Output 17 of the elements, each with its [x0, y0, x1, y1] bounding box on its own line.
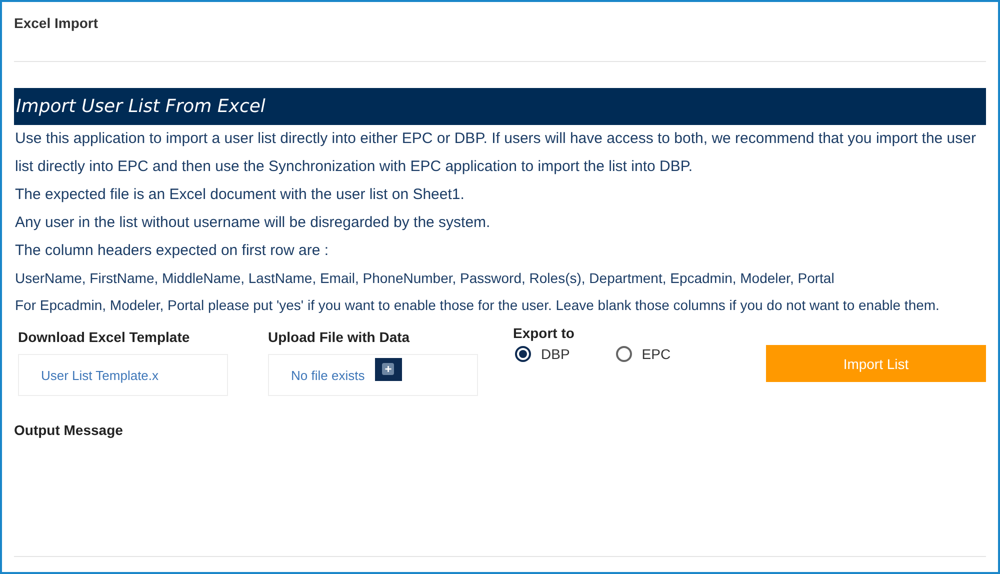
radio-option[interactable]: DBP — [515, 346, 570, 362]
radio-option[interactable]: EPC — [616, 346, 671, 362]
instruction-text: The expected file is an Excel document with the user list on Sheet1. — [15, 185, 466, 205]
instruction-text: The column headers expected on first row are : — [15, 241, 330, 261]
instruction-text: UserName, FirstName, MiddleName, LastName, Email, PhoneNumber, Password, Roles(s), Department, Epcadmin, Modeler, Portal — [15, 269, 836, 288]
output-label: Output Message — [14, 422, 124, 438]
download-label: Download Excel Template — [18, 328, 191, 347]
instruction-text: Use this application to import a user list directly into either EPC or DBP. If users will have access to both, we recommend that you import the user list directly into EPC and then use the Synchronization with EPC application to import the list into DBP. — [15, 129, 977, 177]
file-status: No file exists — [291, 368, 365, 382]
section-banner: Import User List From Excel — [14, 88, 986, 125]
template-link[interactable]: User List Template.x — [41, 368, 159, 382]
instruction-text: For Epcadmin, Modeler, Portal please put 'yes' if you want to enable those for the user. Leave blank those columns if you do not want to enable them. — [15, 296, 940, 315]
instruction-text: Any user in the list without username will be disregarded by the system. — [15, 213, 492, 233]
add-file-button[interactable]: + — [374, 358, 402, 380]
page-title: Excel Import — [14, 15, 100, 33]
upload-label: Upload File with Data — [268, 328, 411, 347]
export-label: Export to — [513, 324, 576, 343]
